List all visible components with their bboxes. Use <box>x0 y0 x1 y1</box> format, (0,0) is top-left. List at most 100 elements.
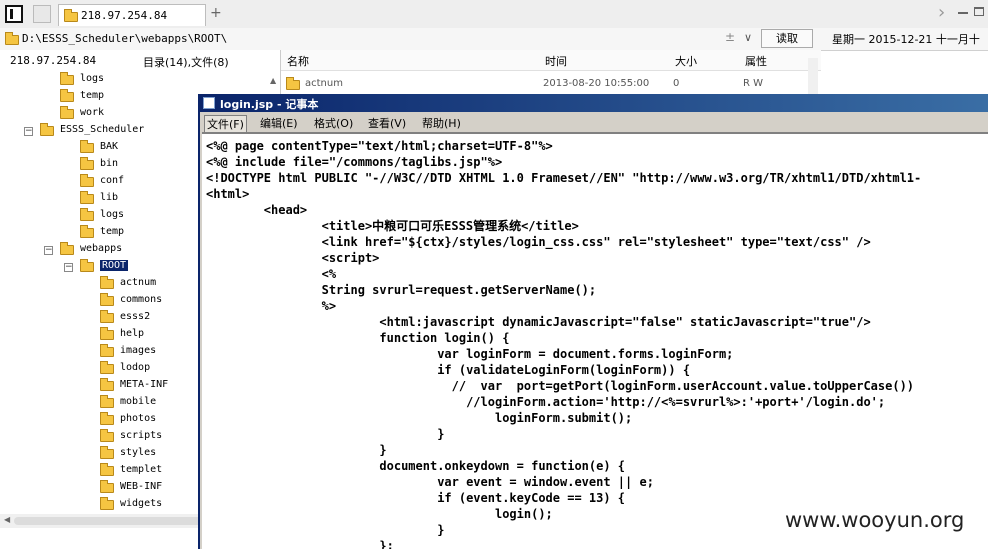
folder-icon <box>80 225 94 238</box>
add-tab-button[interactable]: + <box>210 5 222 21</box>
tree-item-label: WEB-INF <box>120 481 163 492</box>
folder-icon <box>64 9 78 22</box>
code-line: <title>中粮可口可乐ESSS管理系统</title> <box>206 219 579 233</box>
tree-item-label: META-INF <box>120 379 169 390</box>
tree-item-label: photos <box>120 413 157 424</box>
folder-icon <box>100 412 114 425</box>
folder-icon <box>80 191 94 204</box>
tree-item-label: commons <box>120 294 163 305</box>
collapse-icon[interactable]: − <box>24 127 33 136</box>
tree-item-label: templet <box>120 464 163 475</box>
server-ip: 218.97.254.84 <box>10 54 97 67</box>
folder-icon <box>100 378 114 391</box>
tree-item-label: temp <box>100 226 125 237</box>
read-button[interactable]: 读取 <box>761 29 813 48</box>
folder-icon <box>100 446 114 459</box>
notepad-text-area[interactable]: <%@ page contentType="text/html;charset=… <box>202 132 988 549</box>
chevron-down-icon[interactable]: ∨ <box>744 31 752 44</box>
folder-icon <box>80 259 94 272</box>
tree-item-label: styles <box>120 447 157 458</box>
path-input[interactable]: D:\ESSS_Scheduler\webapps\ROOT\ <box>22 32 227 45</box>
code-line: function login() { <box>206 331 510 345</box>
collapse-icon[interactable]: − <box>64 263 73 272</box>
code-line: <html> <box>206 187 250 201</box>
tree-item-label: widgets <box>120 498 163 509</box>
code-line: loginForm.submit(); <box>206 411 633 425</box>
folder-icon <box>60 72 74 85</box>
folder-icon <box>286 77 300 90</box>
code-line: } <box>206 523 445 537</box>
datetime-display: 星期一 2015-12-21 十一月十 <box>832 33 980 46</box>
scroll-left-icon[interactable]: ◀ <box>4 515 10 524</box>
menu-file[interactable]: 文件(F) <box>204 115 247 133</box>
tree-item-label: logs <box>100 209 125 220</box>
code-line: <% <box>206 267 337 281</box>
file-row[interactable]: actnum 2013-08-20 10:55:00 0 R W <box>281 72 821 92</box>
code-line: var event = window.event || e; <box>206 475 654 489</box>
folder-icon <box>100 361 114 374</box>
folder-icon <box>100 497 114 510</box>
code-line: <head> <box>206 203 308 217</box>
code-line: <%@ page contentType="text/html;charset=… <box>206 139 553 153</box>
new-window-icon[interactable] <box>33 5 51 23</box>
panel-toggle-icon[interactable] <box>5 5 23 23</box>
folder-icon <box>100 480 114 493</box>
folder-icon <box>100 344 114 357</box>
file-time: 2013-08-20 10:55:00 <box>543 78 650 89</box>
notepad-icon <box>203 97 215 109</box>
tree-item-label: lodop <box>120 362 151 373</box>
tree-item-label: BAK <box>100 141 119 152</box>
menu-edit[interactable]: 编辑(E) <box>258 115 300 131</box>
column-attr[interactable]: 属性 <box>745 53 767 69</box>
code-line: //loginForm.action='http://<%=svrurl%>:'… <box>206 395 886 409</box>
code-line: <!DOCTYPE html PUBLIC "-//W3C//DTD XHTML… <box>206 171 922 185</box>
code-line: document.onkeydown = function(e) { <box>206 459 626 473</box>
vertical-scrollbar[interactable] <box>808 58 818 94</box>
scroll-up-icon[interactable]: ▲ <box>270 76 276 85</box>
code-line: String svrurl=request.getServerName(); <box>206 283 597 297</box>
path-bar: D:\ESSS_Scheduler\webapps\ROOT\ ± ∨ 读取 星… <box>0 28 988 51</box>
item-count: 目录(14),文件(8) <box>143 56 229 69</box>
folder-icon <box>100 276 114 289</box>
menu-help[interactable]: 帮助(H) <box>420 115 463 131</box>
tree-item-label: conf <box>100 175 125 186</box>
folder-icon <box>60 106 74 119</box>
file-size: 0 <box>673 78 680 89</box>
collapse-icon[interactable]: − <box>44 246 53 255</box>
folder-icon <box>100 327 114 340</box>
column-name[interactable]: 名称 <box>287 53 309 69</box>
maximize-icon[interactable] <box>974 7 984 16</box>
code-line: <html:javascript dynamicJavascript="fals… <box>206 315 871 329</box>
menu-format[interactable]: 格式(O) <box>312 115 355 131</box>
tree-item-label: mobile <box>120 396 157 407</box>
folder-icon <box>80 208 94 221</box>
menu-view[interactable]: 查看(V) <box>366 115 408 131</box>
code-line: login(); <box>206 507 553 521</box>
code-line: if (validateLoginForm(loginForm)) { <box>206 363 691 377</box>
tree-item-label: help <box>120 328 145 339</box>
folder-icon <box>100 429 114 442</box>
tree-item-label: scripts <box>120 430 163 441</box>
tab-server[interactable]: 218.97.254.84 <box>58 4 206 26</box>
column-time[interactable]: 时间 <box>545 53 567 69</box>
next-arrow-icon[interactable]: › <box>938 2 945 23</box>
code-line: } <box>206 443 387 457</box>
tree-item-label: esss2 <box>120 311 151 322</box>
folder-icon <box>40 123 54 136</box>
column-size[interactable]: 大小 <box>675 53 697 69</box>
code-line: }; <box>206 539 394 549</box>
tab-label: 218.97.254.84 <box>81 9 168 22</box>
folder-icon <box>100 310 114 323</box>
folder-icon <box>80 140 94 153</box>
tab-bar: 218.97.254.84 + › <box>0 0 988 29</box>
code-line: <script> <box>206 251 380 265</box>
pin-icon[interactable]: ± <box>725 30 735 44</box>
code-line: var loginForm = document.forms.loginForm… <box>206 347 734 361</box>
file-name: actnum <box>305 78 343 89</box>
notepad-titlebar[interactable]: login.jsp - 记事本 <box>200 94 988 112</box>
notepad-window: login.jsp - 记事本 文件(F) 编辑(E) 格式(O) 查看(V) … <box>198 94 988 549</box>
code-line: <%@ include file="/commons/taglibs.jsp"%… <box>206 155 503 169</box>
tree-item-label: logs <box>80 73 105 84</box>
tree-item-label: temp <box>80 90 105 101</box>
minimize-icon[interactable] <box>958 12 968 14</box>
